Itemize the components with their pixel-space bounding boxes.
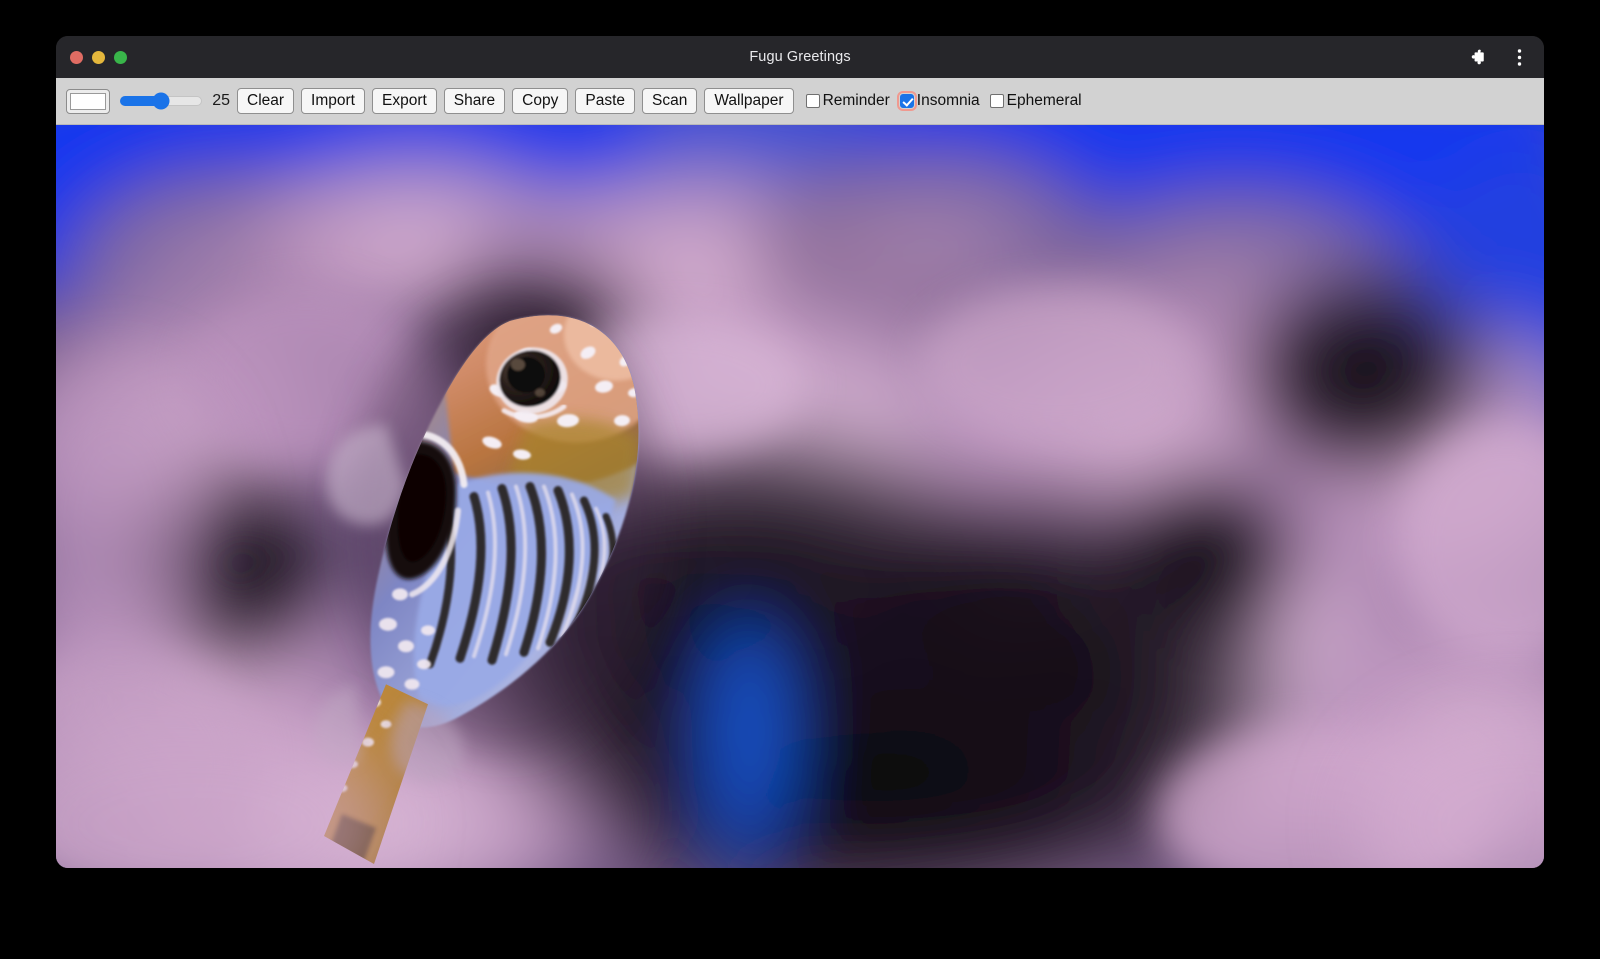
- maximize-window-button[interactable]: [114, 51, 127, 64]
- window-title: Fugu Greetings: [56, 49, 1544, 65]
- ephemeral-checkbox[interactable]: Ephemeral: [990, 92, 1091, 110]
- screenshot-root: Fugu Greetings: [0, 0, 1600, 959]
- color-picker-input[interactable]: [66, 89, 110, 114]
- slider-thumb[interactable]: [153, 93, 170, 110]
- paste-button[interactable]: Paste: [575, 88, 635, 115]
- ephemeral-checkbox-label: Ephemeral: [1007, 92, 1082, 110]
- extensions-icon[interactable]: [1464, 44, 1490, 70]
- traffic-light-group: [70, 51, 127, 64]
- import-button[interactable]: Import: [301, 88, 365, 115]
- insomnia-checkbox[interactable]: Insomnia: [900, 92, 989, 110]
- reminder-checkbox-label: Reminder: [823, 92, 890, 110]
- app-toolbar: 25 Clear Import Export Share Copy Paste …: [56, 78, 1544, 125]
- browser-window: Fugu Greetings: [56, 36, 1544, 868]
- close-window-button[interactable]: [70, 51, 83, 64]
- more-menu-icon[interactable]: [1506, 44, 1532, 70]
- minimize-window-button[interactable]: [92, 51, 105, 64]
- fugu-photo: [56, 125, 1544, 868]
- copy-button[interactable]: Copy: [512, 88, 568, 115]
- title-bar-actions: [1464, 36, 1532, 78]
- insomnia-checkbox-box[interactable]: [900, 94, 914, 108]
- insomnia-checkbox-label: Insomnia: [917, 92, 980, 110]
- reminder-checkbox[interactable]: Reminder: [806, 92, 899, 110]
- export-button[interactable]: Export: [372, 88, 437, 115]
- drawing-canvas[interactable]: [56, 125, 1544, 868]
- clear-button[interactable]: Clear: [237, 88, 294, 115]
- color-swatch-chip: [70, 93, 106, 110]
- wallpaper-button[interactable]: Wallpaper: [704, 88, 793, 115]
- scan-button[interactable]: Scan: [642, 88, 697, 115]
- reminder-checkbox-box[interactable]: [806, 94, 820, 108]
- toolbar-checkbox-group: Reminder Insomnia Ephemeral: [806, 92, 1092, 110]
- title-bar: Fugu Greetings: [56, 36, 1544, 78]
- share-button[interactable]: Share: [444, 88, 505, 115]
- ephemeral-checkbox-box[interactable]: [990, 94, 1004, 108]
- line-width-slider[interactable]: [120, 91, 202, 111]
- slider-value-label: 25: [210, 92, 230, 110]
